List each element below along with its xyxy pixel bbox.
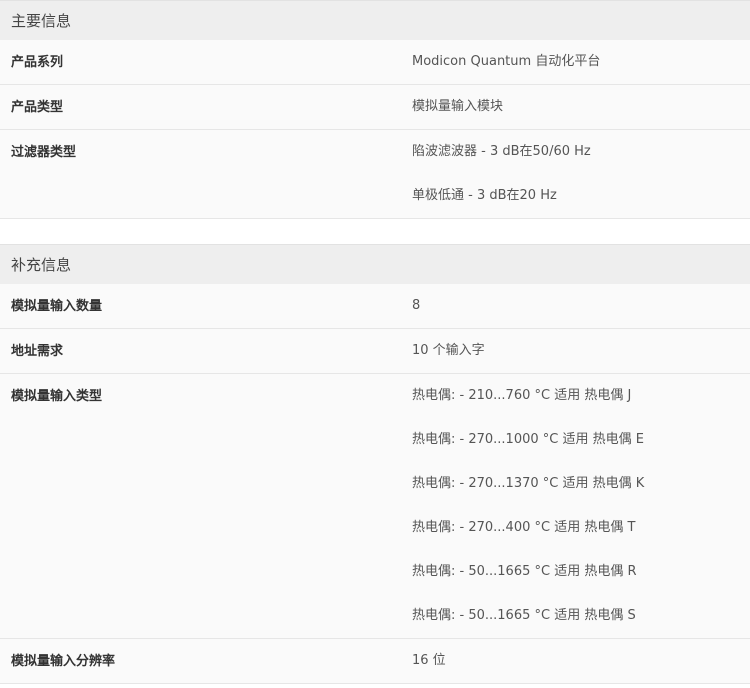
spec-row-analog-input-resolution: 模拟量输入分辨率 16 位 (0, 639, 750, 684)
spec-label: 模拟量输入分辨率 (11, 654, 116, 669)
spec-values: 热电偶: - 210...760 °C 适用 热电偶 J 热电偶: - 270.… (412, 374, 750, 638)
spec-value: Modicon Quantum 自动化平台 (412, 54, 601, 69)
spec-values: 模拟量输入模块 (412, 85, 750, 129)
spec-values: 10 个输入字 (412, 329, 750, 373)
section-header-main-info: 主要信息 (0, 0, 750, 40)
spec-row-analog-input-count: 模拟量输入数量 8 (0, 284, 750, 329)
spec-values: 8 (412, 284, 750, 328)
spec-values: Modicon Quantum 自动化平台 (412, 40, 750, 84)
spec-value: 热电偶: - 50...1665 °C 适用 热电偶 R (412, 564, 637, 579)
spec-sheet: 主要信息 产品系列 Modicon Quantum 自动化平台 产品类型 模拟量… (0, 0, 750, 684)
spec-label: 过滤器类型 (11, 145, 77, 160)
spec-value: 热电偶: - 270...1000 °C 适用 热电偶 E (412, 432, 644, 447)
spec-row-analog-input-type: 模拟量输入类型 热电偶: - 210...760 °C 适用 热电偶 J 热电偶… (0, 374, 750, 639)
spec-values: 16 位 (412, 639, 750, 683)
spec-row-product-range: 产品系列 Modicon Quantum 自动化平台 (0, 40, 750, 85)
spec-value: 热电偶: - 210...760 °C 适用 热电偶 J (412, 388, 632, 403)
spec-label: 产品类型 (11, 100, 64, 115)
spec-values: 陷波滤波器 - 3 dB在50/60 Hz 单极低通 - 3 dB在20 Hz (412, 130, 750, 218)
spec-row-product-type: 产品类型 模拟量输入模块 (0, 85, 750, 130)
spec-value: 8 (412, 298, 421, 313)
spec-label: 模拟量输入数量 (11, 299, 103, 314)
spec-value: 热电偶: - 270...1370 °C 适用 热电偶 K (412, 476, 645, 491)
spec-label: 产品系列 (11, 55, 64, 70)
spec-row-address-requirement: 地址需求 10 个输入字 (0, 329, 750, 374)
spec-value: 单极低通 - 3 dB在20 Hz (412, 188, 557, 203)
spec-value: 陷波滤波器 - 3 dB在50/60 Hz (412, 144, 591, 159)
section-gap (0, 219, 750, 244)
spec-label: 地址需求 (11, 344, 64, 359)
spec-value: 热电偶: - 270...400 °C 适用 热电偶 T (412, 520, 636, 535)
section-header-complementary-info: 补充信息 (0, 244, 750, 284)
spec-value: 热电偶: - 50...1665 °C 适用 热电偶 S (412, 608, 636, 623)
spec-value: 16 位 (412, 653, 446, 668)
spec-label: 模拟量输入类型 (11, 389, 103, 404)
spec-value: 10 个输入字 (412, 343, 485, 358)
spec-row-filter-type: 过滤器类型 陷波滤波器 - 3 dB在50/60 Hz 单极低通 - 3 dB在… (0, 130, 750, 219)
spec-value: 模拟量输入模块 (412, 99, 504, 114)
